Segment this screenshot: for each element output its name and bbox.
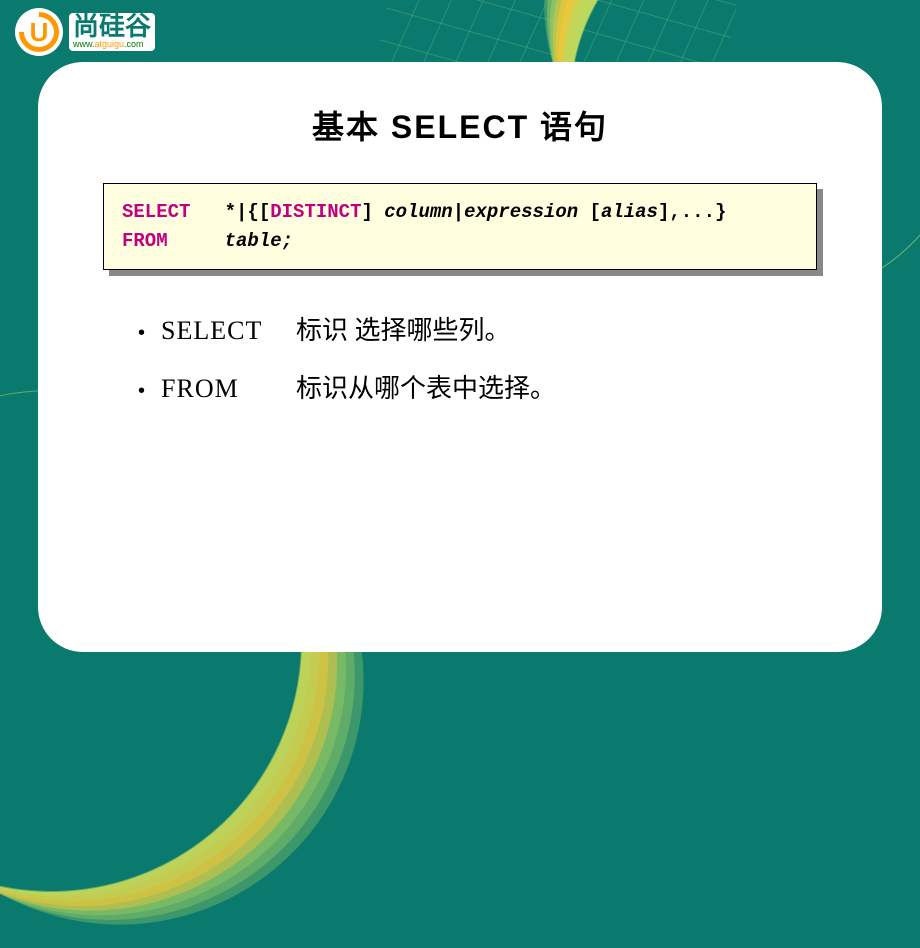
logo-icon: U: [15, 8, 63, 56]
bullet-icon: •: [138, 317, 145, 349]
logo-letter: U: [30, 17, 49, 48]
bullet-list: • SELECT 标识 选择哪些列。 • FROM 标识从哪个表中选择。: [138, 310, 832, 409]
logo-text-block: 尚硅谷 www.atguigu.com: [69, 13, 155, 52]
brand-logo: U 尚硅谷 www.atguigu.com: [15, 8, 155, 56]
bullet-description: 标识从哪个表中选择。: [296, 368, 556, 410]
slide-title: 基本 SELECT 语句: [88, 102, 832, 148]
slide-content: 基本 SELECT 语句 SELECT *|{[DISTINCT] column…: [38, 62, 882, 652]
bullet-item: • SELECT 标识 选择哪些列。: [138, 310, 832, 352]
brand-url: www.atguigu.com: [69, 39, 155, 52]
bullet-keyword: SELECT: [161, 310, 296, 352]
sql-syntax: SELECT *|{[DISTINCT] column|expression […: [103, 183, 817, 270]
bullet-description: 标识 选择哪些列。: [296, 310, 511, 352]
brand-name: 尚硅谷: [69, 13, 155, 39]
bullet-icon: •: [138, 375, 145, 407]
bullet-item: • FROM 标识从哪个表中选择。: [138, 368, 832, 410]
syntax-box: SELECT *|{[DISTINCT] column|expression […: [103, 183, 817, 270]
bullet-keyword: FROM: [161, 368, 296, 410]
